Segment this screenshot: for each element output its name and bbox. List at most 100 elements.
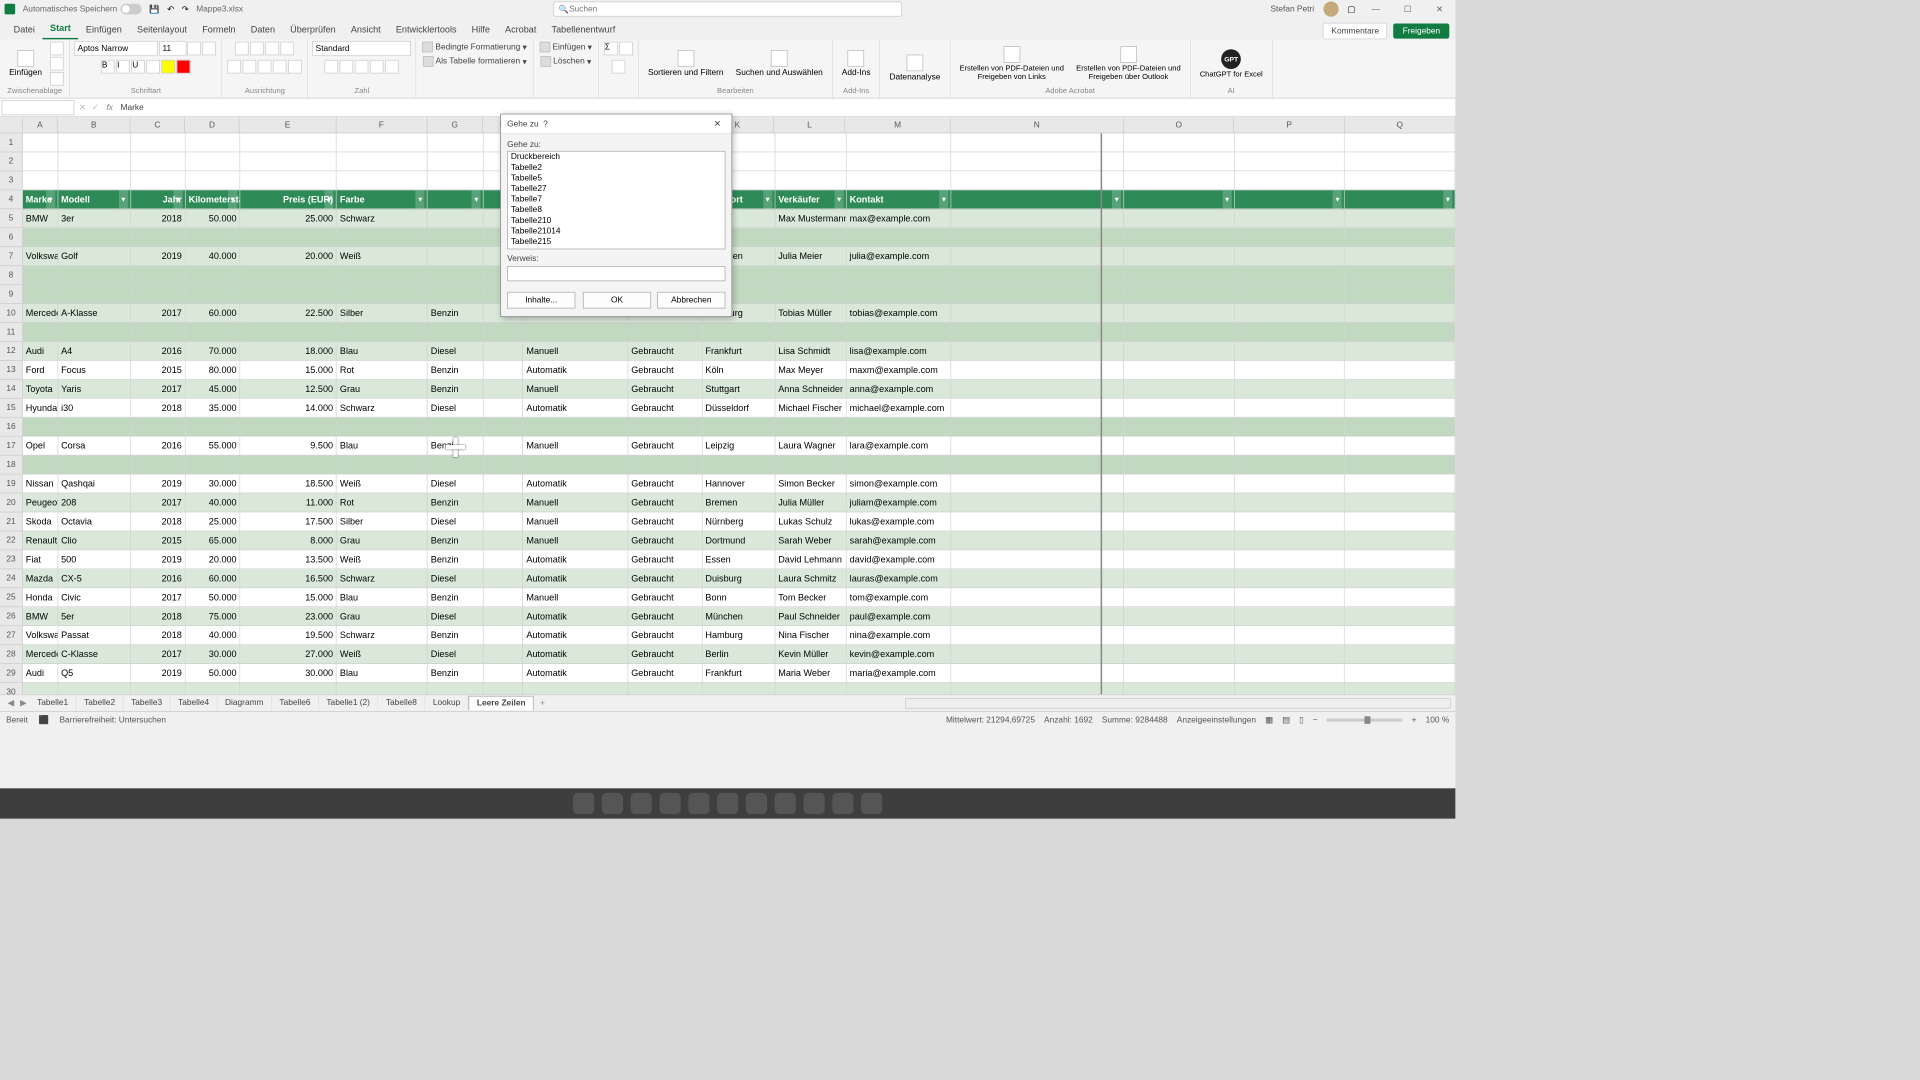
- cell[interactable]: [1124, 228, 1234, 247]
- taskbar-icon[interactable]: [659, 793, 680, 814]
- cell[interactable]: lisa@example.com: [847, 342, 952, 361]
- cell[interactable]: [1124, 512, 1234, 531]
- cell[interactable]: Anna Schneider: [775, 380, 846, 399]
- cell[interactable]: [1124, 588, 1234, 607]
- cell[interactable]: [484, 380, 523, 399]
- cell[interactable]: [1235, 569, 1345, 588]
- cell[interactable]: Gebraucht: [628, 645, 702, 664]
- chatgpt-button[interactable]: GPTChatGPT for Excel: [1195, 47, 1267, 80]
- cell[interactable]: 19.500: [240, 626, 336, 645]
- tab-seitenlayout[interactable]: Seitenlayout: [129, 20, 194, 40]
- cell[interactable]: Q5: [58, 664, 131, 683]
- cell[interactable]: München: [702, 607, 775, 626]
- sheet-tab[interactable]: Leere Zeilen: [469, 696, 534, 710]
- cell[interactable]: [1235, 437, 1345, 456]
- border-icon[interactable]: [147, 60, 161, 74]
- cell[interactable]: Weiß: [337, 475, 428, 494]
- cell[interactable]: [1124, 190, 1234, 209]
- cell[interactable]: Peugeot: [23, 493, 58, 512]
- cell[interactable]: Civic: [58, 588, 131, 607]
- decrease-font-icon[interactable]: [203, 42, 217, 56]
- cell[interactable]: Simon Becker: [775, 475, 846, 494]
- cell[interactable]: [1235, 152, 1345, 171]
- cell[interactable]: 9.500: [240, 437, 336, 456]
- cell[interactable]: Farbe: [337, 190, 428, 209]
- cell[interactable]: paul@example.com: [847, 607, 952, 626]
- cell[interactable]: [1124, 569, 1234, 588]
- cell[interactable]: Benzin: [428, 664, 484, 683]
- cancel-button[interactable]: Abbrechen: [657, 292, 725, 309]
- cell[interactable]: Julia Meier: [775, 247, 846, 266]
- cell[interactable]: [1124, 607, 1234, 626]
- find-select[interactable]: Suchen und Auswählen: [731, 49, 827, 79]
- format-as-table[interactable]: Als Tabelle formatieren ▾: [421, 55, 528, 67]
- cell[interactable]: Automatik: [523, 550, 628, 569]
- row-header[interactable]: 12: [0, 342, 22, 361]
- tab-ansicht[interactable]: Ansicht: [343, 20, 388, 40]
- row-header[interactable]: 8: [0, 266, 22, 285]
- cell[interactable]: lukas@example.com: [847, 512, 952, 531]
- cell[interactable]: [58, 228, 131, 247]
- orientation-icon[interactable]: [281, 42, 295, 56]
- cell[interactable]: [951, 475, 1124, 494]
- cell[interactable]: [1345, 531, 1455, 550]
- cell[interactable]: Max Meyer: [775, 361, 846, 380]
- cell[interactable]: [951, 683, 1124, 694]
- increase-font-icon[interactable]: [188, 42, 202, 56]
- cell[interactable]: [1235, 512, 1345, 531]
- cell[interactable]: Volkswagen: [23, 626, 58, 645]
- cell[interactable]: Manuell: [523, 493, 628, 512]
- tab-tabellenentwurf[interactable]: Tabellenentwurf: [544, 20, 623, 40]
- cell[interactable]: Silber: [337, 304, 428, 323]
- cell[interactable]: Kilometerstand: [186, 190, 241, 209]
- cell[interactable]: [951, 512, 1124, 531]
- row-header[interactable]: 14: [0, 380, 22, 399]
- tab-datei[interactable]: Datei: [6, 20, 42, 40]
- column-header[interactable]: E: [240, 117, 337, 133]
- paste-button[interactable]: Einfügen: [5, 49, 47, 79]
- cell[interactable]: Michael Fischer: [775, 399, 846, 418]
- cell[interactable]: Rot: [337, 493, 428, 512]
- cell[interactable]: [1345, 588, 1455, 607]
- cell[interactable]: Schwarz: [337, 569, 428, 588]
- sheet-tab[interactable]: Tabelle3: [123, 696, 170, 710]
- cell[interactable]: [23, 152, 58, 171]
- cell[interactable]: [951, 247, 1124, 266]
- cell[interactable]: [1124, 209, 1234, 228]
- row-header[interactable]: 6: [0, 228, 22, 247]
- cell[interactable]: Weiß: [337, 247, 428, 266]
- cell[interactable]: Gebraucht: [628, 531, 702, 550]
- maximize-icon[interactable]: ☐: [1396, 2, 1419, 17]
- cell[interactable]: [1235, 645, 1345, 664]
- cell[interactable]: [702, 418, 775, 437]
- cell[interactable]: [240, 171, 336, 190]
- cell[interactable]: Manuell: [523, 531, 628, 550]
- cell[interactable]: [1124, 550, 1234, 569]
- cell[interactable]: Manuell: [523, 437, 628, 456]
- view-layout-icon[interactable]: ▤: [1282, 715, 1290, 725]
- goto-item[interactable]: Tabelle215: [508, 236, 725, 247]
- goto-item[interactable]: Tabelle2: [508, 162, 725, 173]
- cell[interactable]: Hyundai: [23, 399, 58, 418]
- cell[interactable]: [428, 266, 484, 285]
- help-icon[interactable]: ?: [539, 119, 553, 128]
- cell[interactable]: Ford: [23, 361, 58, 380]
- cell[interactable]: [23, 228, 58, 247]
- cell[interactable]: [775, 418, 846, 437]
- cell[interactable]: [1345, 285, 1455, 304]
- name-box[interactable]: [2, 100, 75, 115]
- cell[interactable]: michael@example.com: [847, 399, 952, 418]
- cell[interactable]: Paul Schneider: [775, 607, 846, 626]
- cell[interactable]: Tom Becker: [775, 588, 846, 607]
- cell[interactable]: [1124, 266, 1234, 285]
- align-left-icon[interactable]: [228, 60, 242, 74]
- cell[interactable]: 2019: [131, 475, 186, 494]
- cell[interactable]: [337, 456, 428, 475]
- cell[interactable]: [775, 285, 846, 304]
- cell[interactable]: [131, 285, 186, 304]
- cell[interactable]: [1235, 626, 1345, 645]
- cell[interactable]: [1345, 342, 1455, 361]
- cell[interactable]: [484, 550, 523, 569]
- percent-icon[interactable]: [340, 60, 354, 74]
- cell[interactable]: [58, 323, 131, 342]
